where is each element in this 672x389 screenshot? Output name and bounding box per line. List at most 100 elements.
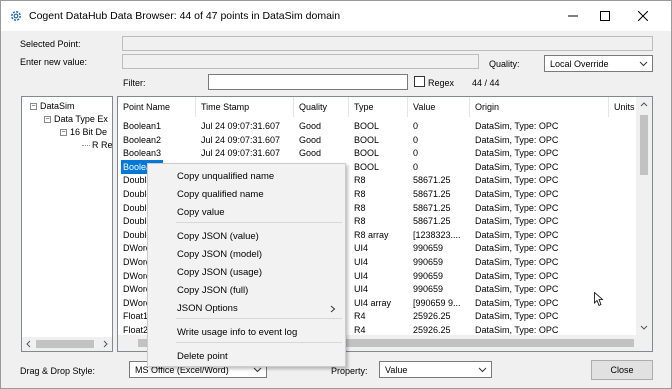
maximize-icon <box>600 11 610 21</box>
regex-checkbox[interactable] <box>414 76 425 87</box>
menu-item-label: Copy JSON (value) <box>177 231 259 242</box>
quality-label: Quality: <box>489 59 520 69</box>
filter-input[interactable] <box>208 74 408 90</box>
new-value-field[interactable] <box>122 54 479 69</box>
table-cell: R8 <box>354 175 366 186</box>
column-header[interactable]: Origin <box>470 97 609 117</box>
table-cell: [1238323.... <box>413 229 461 240</box>
menu-item-write-usage-info[interactable]: Write usage info to event log <box>149 324 344 342</box>
menu-separator <box>176 222 342 223</box>
close-window-button[interactable] <box>625 1 661 31</box>
drag-drop-label: Drag & Drop Style: <box>20 366 96 376</box>
close-icon <box>638 11 648 21</box>
property-select[interactable]: Value <box>379 361 492 378</box>
submenu-chevron-right-icon <box>330 305 336 313</box>
tree-node-data-type[interactable]: − Data Type Ex <box>44 114 108 124</box>
filter-label: Filter: <box>123 78 146 88</box>
scroll-up-icon[interactable] <box>640 101 648 107</box>
table-cell: DataSim, Type: OPC <box>475 297 559 308</box>
selected-point-label: Selected Point: <box>20 39 81 49</box>
table-cell: Boolean1 <box>123 121 162 131</box>
table-cell: R8 <box>354 202 366 213</box>
table-cell: DataSim, Type: OPC <box>475 202 559 213</box>
minimize-button[interactable] <box>555 1 591 31</box>
window-title: Cogent DataHub Data Browser: 44 of 47 po… <box>29 10 341 22</box>
collapse-icon[interactable]: − <box>30 102 37 110</box>
table-cell: DataSim, Type: OPC <box>475 189 559 199</box>
app-gear-icon <box>11 11 21 21</box>
menu-item-delete-point[interactable]: Delete point <box>149 348 344 366</box>
table-cell: DataSim, Type: OPC <box>475 121 559 131</box>
menu-item-copy-json-value[interactable]: Copy JSON (value) <box>149 228 344 246</box>
scroll-left-icon[interactable] <box>25 340 32 348</box>
menu-item-copy-unqualified-name[interactable]: Copy unqualified name <box>149 168 344 186</box>
table-scroll-thumb[interactable] <box>640 115 648 175</box>
point-count: 44 / 44 <box>472 78 500 88</box>
table-cell: 990659 <box>413 257 444 267</box>
menu-item-label: Write usage info to event log <box>177 327 298 338</box>
domain-tree[interactable]: − DataSim − Data Type Ex − 16 Bit De R R… <box>21 96 113 352</box>
table-cell: BOOL <box>354 121 380 131</box>
table-cell: UI4 <box>354 270 369 281</box>
table-cell: Jul 24 09:07:31.607 <box>201 148 281 159</box>
table-cell: DataSim, Type: OPC <box>475 311 559 322</box>
table-vscrollbar[interactable] <box>636 97 652 336</box>
table-cell: Good <box>299 121 322 131</box>
tree-node-16bit[interactable]: − 16 Bit De <box>60 127 107 137</box>
table-cell: [990659 9... <box>413 297 461 308</box>
table-cell: R4 <box>354 311 366 322</box>
table-cell: 990659 <box>413 243 444 254</box>
table-cell: UI4 <box>354 243 369 254</box>
table-cell: 25926.25 <box>413 311 451 322</box>
menu-separator <box>176 342 342 343</box>
table-cell: Good <box>299 134 322 145</box>
tree-node-r-re[interactable]: R Re <box>82 140 112 150</box>
quality-select-value: Local Override <box>550 59 609 69</box>
column-header[interactable]: Value <box>408 97 470 117</box>
menu-item-copy-value[interactable]: Copy value <box>149 204 344 222</box>
table-cell: DataSim, Type: OPC <box>475 229 559 240</box>
close-button[interactable]: Close <box>591 360 653 380</box>
tree-connector <box>82 144 90 146</box>
property-select-value: Value <box>385 365 408 375</box>
table-cell: Boolean2 <box>123 134 162 145</box>
scroll-down-icon[interactable] <box>640 325 648 331</box>
table-cell: R8 <box>354 189 366 199</box>
menu-item-copy-json-model[interactable]: Copy JSON (model) <box>149 246 344 264</box>
table-row[interactable]: Boolean2 Jul 24 09:07:31.607 Good BOOL 0 Data… <box>118 133 638 147</box>
table-cell: 990659 <box>413 284 444 295</box>
column-header[interactable]: Time Stamp <box>196 97 294 117</box>
table-cell: DataSim, Type: OPC <box>475 257 559 267</box>
menu-item-copy-json-full[interactable]: Copy JSON (full) <box>149 282 344 300</box>
table-row[interactable]: Boolean1 Jul 24 09:07:31.607 Good BOOL 0 Data… <box>118 119 638 133</box>
quality-select[interactable]: Local Override <box>544 55 653 72</box>
minimize-icon <box>568 15 578 17</box>
column-header[interactable]: Point Name <box>118 97 196 117</box>
table-cell: DataSim, Type: OPC <box>475 134 559 145</box>
table-row[interactable]: Boolean3 Jul 24 09:07:31.607 Good BOOL 0 Data… <box>118 146 638 160</box>
scroll-right-icon[interactable] <box>102 340 109 348</box>
collapse-icon[interactable]: − <box>44 115 51 123</box>
column-header[interactable]: Quality <box>294 97 349 117</box>
table-cell: DataSim, Type: OPC <box>475 175 559 186</box>
menu-item-label: Copy qualified name <box>177 189 264 200</box>
selected-point-field <box>122 36 653 51</box>
column-header[interactable]: Type <box>349 97 408 117</box>
tree-hscrollbar[interactable] <box>22 337 112 351</box>
menu-item-copy-json-usage[interactable]: Copy JSON (usage) <box>149 264 344 282</box>
enter-value-label: Enter new value: <box>20 57 88 67</box>
table-cell: 0 <box>413 148 419 159</box>
menu-item-copy-qualified-name[interactable]: Copy qualified name <box>149 186 344 204</box>
tree-node-datasim[interactable]: − DataSim <box>30 101 75 111</box>
tree-scroll-thumb[interactable] <box>36 340 94 348</box>
table-cell: R8 <box>354 216 366 227</box>
table-cell: 0 <box>413 134 419 145</box>
title-bar: Cogent DataHub Data Browser: 44 of 47 po… <box>1 1 671 31</box>
table-cell: Jul 24 09:07:31.607 <box>201 121 281 131</box>
table-cell: DataSim, Type: OPC <box>475 161 559 172</box>
table-cell: BOOL <box>354 134 380 145</box>
chevron-down-icon <box>478 367 487 373</box>
collapse-icon[interactable]: − <box>60 128 67 136</box>
menu-item-json-options[interactable]: JSON Options <box>149 300 344 318</box>
maximize-button[interactable] <box>587 1 623 31</box>
